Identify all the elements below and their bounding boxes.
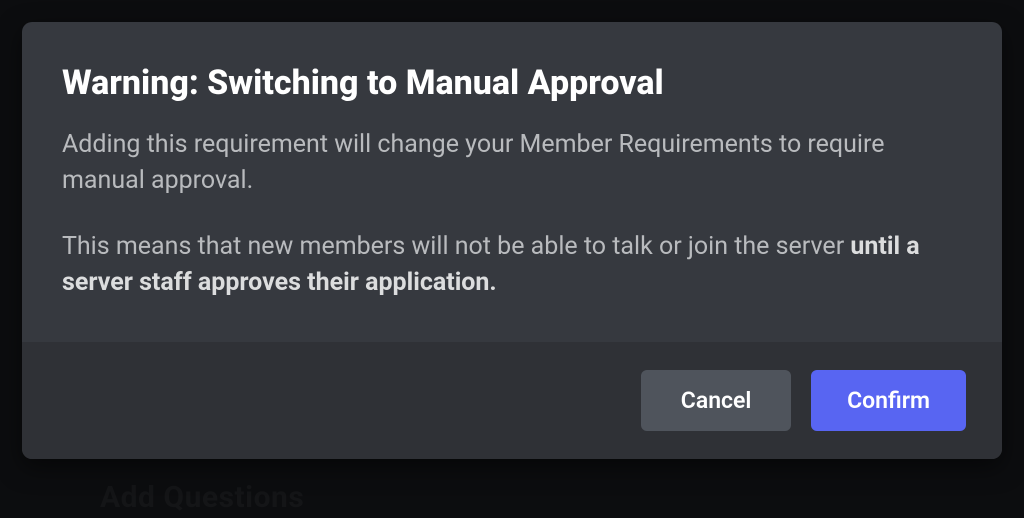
confirm-button[interactable]: Confirm: [811, 370, 966, 431]
modal-description-2-prefix: This means that new members will not be …: [62, 232, 850, 261]
warning-modal: Warning: Switching to Manual Approval Ad…: [22, 22, 1002, 459]
background-add-questions-text: Add Questions: [100, 480, 304, 515]
modal-footer: Cancel Confirm: [22, 342, 1002, 459]
modal-title: Warning: Switching to Manual Approval: [62, 62, 962, 105]
modal-description-2: This means that new members will not be …: [62, 229, 962, 302]
modal-body: Warning: Switching to Manual Approval Ad…: [22, 22, 1002, 342]
modal-description-1: Adding this requirement will change your…: [62, 127, 962, 200]
cancel-button[interactable]: Cancel: [641, 370, 791, 431]
